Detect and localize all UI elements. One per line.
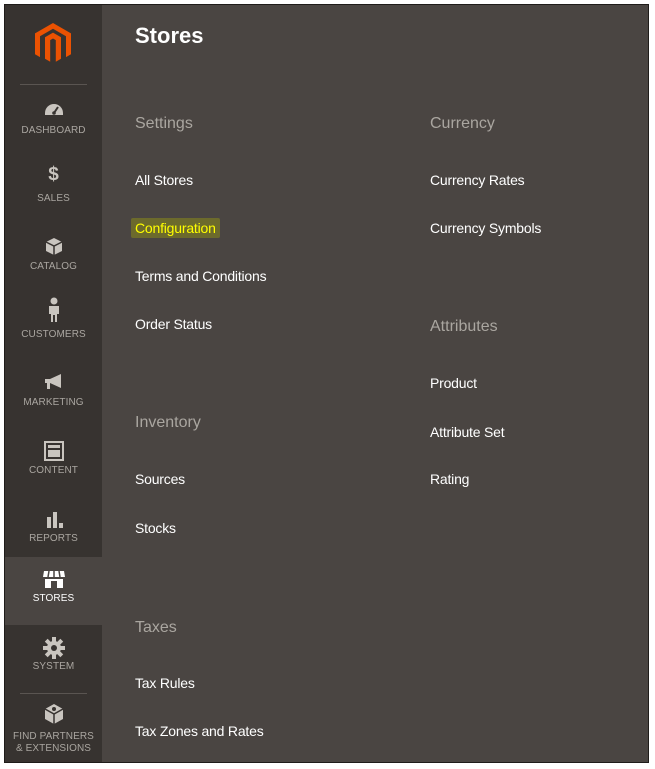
extensions-cube-icon (5, 703, 102, 725)
nav-item-marketing[interactable]: MARKETING (5, 361, 102, 429)
nav-item-content[interactable]: CONTENT (5, 429, 102, 497)
nav-label: MARKETING (23, 397, 84, 408)
link-attribute-set[interactable]: Attribute Set (430, 424, 505, 440)
link-currency-rates[interactable]: Currency Rates (430, 172, 525, 188)
storefront-icon (5, 569, 102, 591)
nav-label: CONTENT (28, 465, 79, 476)
nav-label: STORES (32, 593, 75, 604)
section-title-settings: Settings (135, 115, 193, 132)
section-title-attributes: Attributes (430, 318, 498, 335)
admin-sidebar: DASHBOARD $ SALES CATALOG CUSTOMERS MARK… (5, 5, 102, 762)
admin-window: DASHBOARD $ SALES CATALOG CUSTOMERS MARK… (4, 4, 649, 763)
gear-icon (5, 637, 102, 659)
nav-item-find-partners[interactable]: FIND PARTNERS & EXTENSIONS (5, 695, 102, 762)
link-tax-zones-and-rates[interactable]: Tax Zones and Rates (135, 723, 264, 739)
nav-label: DASHBOARD (21, 125, 86, 136)
nav-label: CUSTOMERS (21, 329, 86, 340)
nav-label: CATALOG (29, 261, 77, 272)
nav-item-catalog[interactable]: CATALOG (5, 225, 102, 293)
megaphone-icon (5, 373, 102, 395)
section-title-taxes: Taxes (135, 619, 177, 636)
link-currency-symbols[interactable]: Currency Symbols (430, 220, 541, 236)
link-order-status[interactable]: Order Status (135, 316, 212, 332)
customer-person-icon (5, 297, 102, 322)
nav-label: SYSTEM (32, 661, 75, 672)
nav-item-customers[interactable]: CUSTOMERS (5, 293, 102, 361)
link-sources[interactable]: Sources (135, 471, 185, 487)
nav-label: REPORTS (29, 533, 78, 544)
link-product[interactable]: Product (430, 375, 477, 391)
magento-logo[interactable] (5, 5, 102, 83)
link-terms-and-conditions[interactable]: Terms and Conditions (135, 268, 267, 284)
link-rating[interactable]: Rating (430, 471, 469, 487)
dollar-icon: $ (48, 164, 59, 185)
nav-label: SALES (37, 193, 70, 204)
magento-logo-icon (35, 23, 71, 62)
bar-chart-icon (5, 509, 102, 531)
content-layout-icon (5, 441, 102, 463)
nav-label: FIND PARTNERS & EXTENSIONS (13, 731, 94, 754)
nav-item-sales[interactable]: $ SALES (5, 157, 102, 225)
link-all-stores[interactable]: All Stores (135, 172, 193, 188)
nav-item-dashboard[interactable]: DASHBOARD (5, 89, 102, 157)
nav-item-system[interactable]: SYSTEM (5, 625, 102, 693)
catalog-cube-icon (5, 237, 102, 259)
section-title-currency: Currency (430, 115, 495, 132)
link-stocks[interactable]: Stocks (135, 520, 176, 536)
section-title-inventory: Inventory (135, 414, 201, 431)
nav-item-stores[interactable]: STORES (5, 557, 102, 625)
dashboard-icon (5, 101, 102, 123)
nav-divider (20, 84, 87, 85)
link-configuration[interactable]: Configuration (131, 218, 220, 238)
nav-item-reports[interactable]: REPORTS (5, 497, 102, 565)
panel-title: Stores (135, 23, 204, 48)
nav-divider (20, 693, 87, 694)
link-tax-rules[interactable]: Tax Rules (135, 675, 195, 691)
